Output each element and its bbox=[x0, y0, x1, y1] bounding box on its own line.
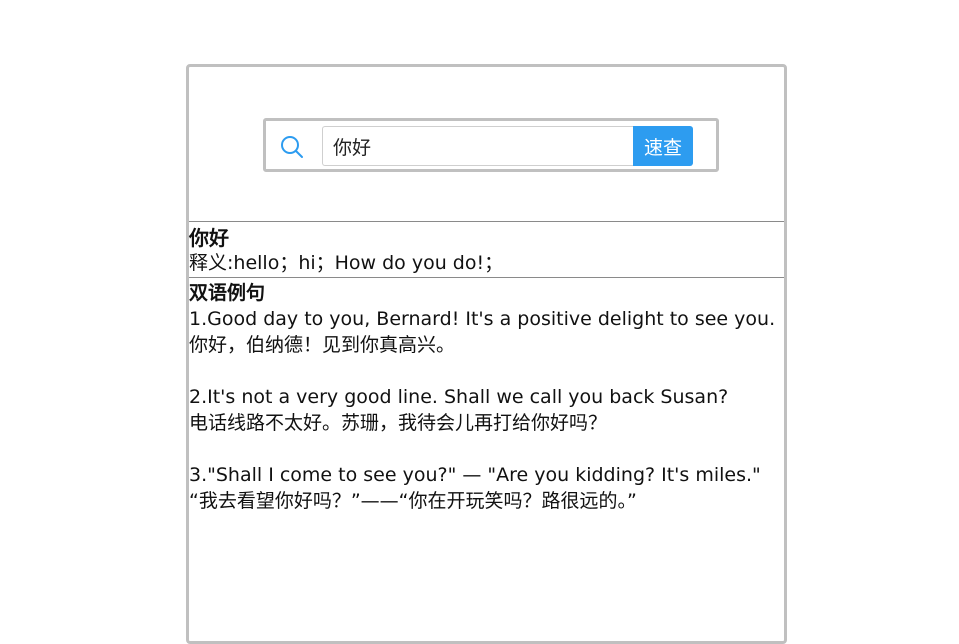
example-item: 1.Good day to you, Bernard! It's a posit… bbox=[189, 306, 784, 358]
divider bbox=[189, 277, 784, 278]
result-word: 你好 bbox=[189, 226, 229, 250]
example-chinese: 你好，伯纳德！见到你真高兴。 bbox=[189, 334, 456, 356]
example-chinese: 电话线路不太好。苏珊，我待会儿再打给你好吗？ bbox=[189, 412, 608, 434]
search-input[interactable] bbox=[322, 126, 634, 166]
example-english: 3."Shall I come to see you?" — "Are you … bbox=[189, 464, 761, 486]
example-item: 2.It's not a very good line. Shall we ca… bbox=[189, 384, 784, 436]
examples-title: 双语例句 bbox=[189, 282, 266, 304]
example-chinese: “我去看望你好吗？”——“你在开玩笑吗？路很远的。” bbox=[189, 490, 637, 512]
search-button[interactable]: 速查 bbox=[633, 126, 693, 166]
example-item: 3."Shall I come to see you?" — "Are you … bbox=[189, 462, 784, 514]
search-icon bbox=[280, 135, 304, 159]
result-definition: 释义:hello；hi；How do you do!； bbox=[189, 252, 504, 274]
result-area: 你好 释义:hello；hi；How do you do!； 双语例句 1.Go… bbox=[189, 221, 784, 540]
divider bbox=[189, 221, 784, 222]
example-english: 1.Good day to you, Bernard! It's a posit… bbox=[189, 308, 776, 330]
search-bar: 速查 bbox=[263, 118, 719, 172]
dictionary-panel: 速查 你好 释义:hello；hi；How do you do!； 双语例句 1… bbox=[186, 64, 787, 644]
example-english: 2.It's not a very good line. Shall we ca… bbox=[189, 386, 729, 408]
